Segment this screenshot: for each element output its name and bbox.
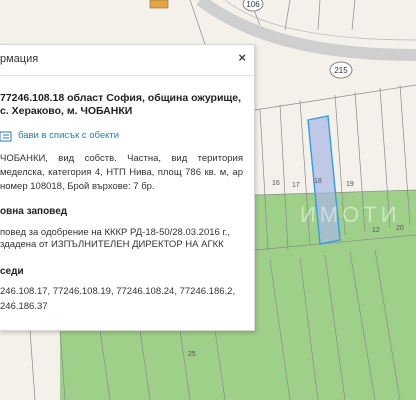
parcel-description: ЧОБАНКИ, вид собств. Частна, вид територ… (0, 153, 243, 192)
road-number-106: 106 (242, 0, 264, 12)
add-to-list-icon[interactable] (0, 129, 14, 142)
watermark: ИМОТИ (300, 202, 401, 227)
add-to-list-link[interactable]: бави в списък с обекти (18, 130, 119, 141)
parcel-label: 19 (346, 181, 354, 188)
parcel-label: 16 (272, 180, 280, 187)
close-icon[interactable]: × (238, 50, 246, 65)
svg-text:215: 215 (334, 66, 348, 75)
neighbors-list: 246.108.17, 77246.108.19, 77246.108.24, … (0, 286, 236, 312)
parcel-label: 12 (372, 227, 380, 234)
svg-text:106: 106 (246, 0, 260, 9)
neighbors-heading: седи (0, 266, 24, 277)
info-panel: рмация × 77246.108.18 област София, общи… (0, 44, 255, 331)
building (149, 0, 169, 9)
parcel-label-selected: 18 (314, 178, 322, 185)
parcel-label: 25 (188, 351, 196, 358)
panel-header: рмация × (0, 45, 254, 76)
order-heading: овна заповед (0, 206, 68, 217)
panel-title: рмация (0, 53, 39, 65)
parcel-label: 17 (292, 182, 300, 189)
order-text: повед за одобрение на КККР РД-18-50/28.0… (0, 227, 231, 250)
parcel-title: 77246.108.18 област София, община ожурищ… (0, 92, 242, 117)
road-number-215: 215 (329, 61, 353, 79)
